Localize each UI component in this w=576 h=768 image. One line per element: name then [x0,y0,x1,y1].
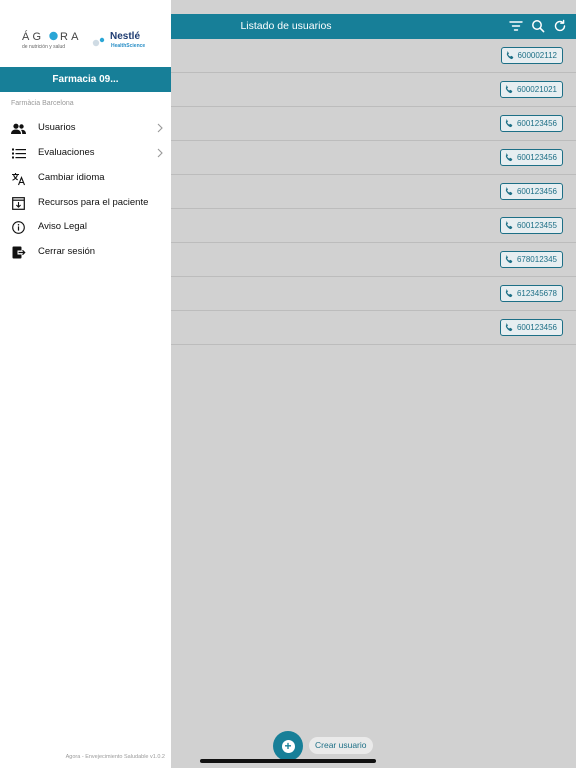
users-icon [11,121,26,136]
phone-number: 600123456 [516,323,557,332]
svg-text:ÁG: ÁG [22,30,44,43]
phone-icon [504,187,513,196]
phone-number: 600021021 [516,85,557,94]
phone-icon [504,85,513,94]
phone-button[interactable]: 600021021 [499,81,563,98]
create-user-label[interactable]: Crear usuario [309,737,373,754]
menu-item-recursos[interactable]: Recursos para el paciente [0,191,171,215]
user-row[interactable]: 600002112 [171,39,576,73]
user-row[interactable]: 600123456 [171,175,576,209]
phone-icon [504,289,513,298]
phone-button[interactable]: 600002112 [500,47,563,64]
phone-number: 600002112 [517,51,557,60]
filter-icon[interactable] [508,18,524,34]
user-row[interactable]: 600123456 [171,107,576,141]
user-row[interactable]: 600021021 [171,73,576,107]
add-user-fab[interactable]: + [273,731,303,761]
download-box-icon [11,196,26,211]
phone-number: 600123456 [516,153,557,162]
chevron-right-icon [155,146,165,160]
top-bar: Listado de usuarios [171,14,576,39]
phone-icon [504,153,513,162]
phone-number: 678012345 [516,255,557,264]
svg-text:Nestlé: Nestlé [110,31,140,42]
menu-item-aviso-legal[interactable]: Aviso Legal [0,215,171,239]
svg-text:RA: RA [60,31,82,43]
menu-item-usuarios[interactable]: Usuarios [0,116,171,140]
menu-item-cerrar-sesion[interactable]: Cerrar sesión [0,240,171,264]
agora-nestle-logo: ÁG RA de nutrición y salud Nestlé Health… [20,26,155,56]
menu-item-label: Cambiar idioma [38,172,105,183]
phone-button[interactable]: 612345678 [499,285,563,302]
plus-icon: + [281,739,295,753]
phone-button[interactable]: 600123456 [499,183,563,200]
translate-icon [11,171,26,186]
svg-text:de nutrición y salud: de nutrición y salud [22,44,65,50]
pharmacy-subtitle: Farmàcia Barcelona [11,100,74,107]
phone-icon [505,51,514,60]
user-row[interactable]: 600123456 [171,141,576,175]
user-row[interactable]: 600123456 [171,311,576,345]
menu-item-evaluaciones[interactable]: Evaluaciones [0,141,171,165]
phone-number: 600123455 [516,221,557,230]
menu-item-label: Recursos para el paciente [38,197,149,208]
user-row[interactable]: 612345678 [171,277,576,311]
user-row[interactable]: 678012345 [171,243,576,277]
phone-icon [504,221,513,230]
home-indicator [200,759,376,763]
phone-button[interactable]: 600123456 [499,319,563,336]
logout-icon [11,245,26,260]
list-icon [11,146,26,161]
phone-button[interactable]: 600123455 [499,217,563,234]
svg-text:HealthScience: HealthScience [111,43,145,49]
pharmacy-name[interactable]: Farmacia 09... [0,67,171,92]
phone-icon [504,323,513,332]
refresh-icon[interactable] [552,18,568,34]
phone-button[interactable]: 600123456 [499,115,563,132]
menu-item-label: Evaluaciones [38,147,95,158]
search-icon[interactable] [530,18,546,34]
phone-number: 600123456 [516,119,557,128]
phone-icon [504,255,513,264]
phone-icon [504,119,513,128]
app-version: Agora - Envejecimiento Saludable v1.0.2 [65,754,165,760]
phone-button[interactable]: 678012345 [499,251,563,268]
user-row[interactable]: 600123455 [171,209,576,243]
menu-item-label: Aviso Legal [38,221,87,232]
menu-item-cambiar-idioma[interactable]: Cambiar idioma [0,166,171,190]
side-drawer: ÁG RA de nutrición y salud Nestlé Health… [0,0,171,768]
phone-number: 600123456 [516,187,557,196]
menu-item-label: Usuarios [38,122,76,133]
phone-number: 612345678 [516,289,557,298]
page-title: Listado de usuarios [240,20,332,32]
info-icon [11,220,26,235]
chevron-right-icon [155,121,165,135]
phone-button[interactable]: 600123456 [499,149,563,166]
menu-item-label: Cerrar sesión [38,246,96,257]
